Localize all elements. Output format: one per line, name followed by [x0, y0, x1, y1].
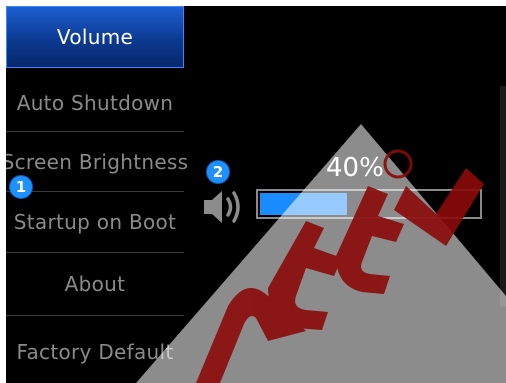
menu-item-volume[interactable]: Volume: [6, 6, 184, 68]
menu-item-about[interactable]: About: [6, 253, 184, 315]
volume-percent-label: 40%: [326, 153, 384, 183]
menu-item-factory-default[interactable]: Factory Default: [6, 324, 184, 380]
volume-slider[interactable]: [256, 189, 482, 219]
menu-divider: [6, 131, 184, 132]
scroll-edge: [500, 86, 506, 306]
menu-divider: [6, 315, 184, 316]
settings-screen: Volume Auto Shutdown Screen Brightness S…: [6, 6, 506, 383]
volume-slider-fill: [260, 193, 347, 215]
menu-item-screen-brightness[interactable]: Screen Brightness: [6, 133, 188, 190]
annotation-badge-1: 1: [10, 176, 32, 198]
menu-item-startup-on-boot[interactable]: Startup on Boot: [6, 192, 184, 252]
menu-item-auto-shutdown[interactable]: Auto Shutdown: [6, 73, 184, 133]
speaker-volume-icon: [204, 191, 240, 223]
settings-sidebar: Volume Auto Shutdown Screen Brightness S…: [6, 6, 188, 383]
annotation-badge-2: 2: [207, 161, 229, 183]
